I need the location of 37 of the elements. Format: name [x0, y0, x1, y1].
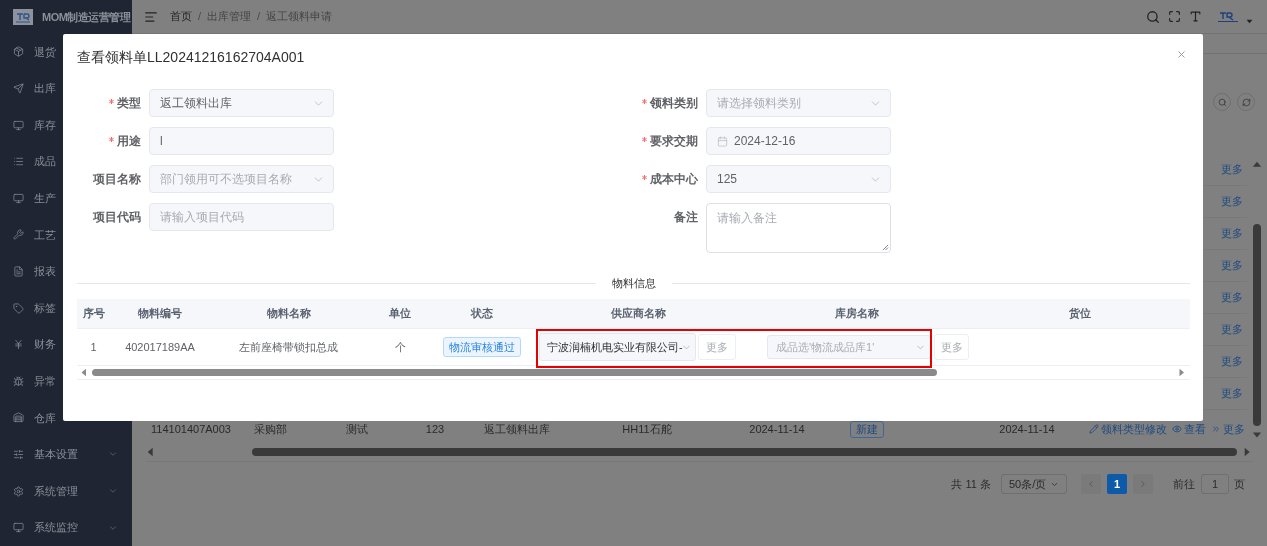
goto-label: 前往 — [1173, 476, 1195, 492]
column-header: 物料编号 — [137, 306, 183, 322]
table-cell-text: 左前座椅带锁扣总成 — [238, 339, 339, 355]
column-header: 状态 — [469, 306, 494, 322]
table-cell-text: 个 — [393, 339, 407, 355]
column-header: 库房名称 — [834, 306, 880, 322]
field-label: 领料类别 — [650, 95, 698, 112]
field-label: 用途 — [117, 133, 141, 150]
field-label: 成本中心 — [650, 171, 698, 188]
column-header: 货位 — [1067, 306, 1092, 322]
field-label: 备注 — [674, 209, 698, 226]
table-cell-text: 402017189AA — [124, 339, 196, 355]
field-label: 要求交期 — [650, 133, 698, 150]
table-cell-text: 1 — [89, 339, 98, 355]
column-header: 供应商名称 — [609, 306, 667, 322]
table-cell-text: 2024-11-14 — [998, 421, 1056, 437]
table-cell-text: 123 — [424, 421, 446, 437]
field-label: 项目名称 — [93, 171, 141, 188]
breadcrumb-separator: / — [198, 9, 202, 25]
table-cell-text: 采购部 — [252, 421, 288, 437]
table-cell-text: 114101407A003 — [150, 421, 232, 437]
table-cell-text: HH11石舵 — [621, 421, 673, 437]
breadcrumb-separator: / — [257, 9, 261, 25]
table-cell-text: 2024-11-14 — [748, 421, 806, 437]
field-label: 类型 — [117, 95, 141, 112]
total-count: 共 11 条 — [951, 476, 991, 492]
app-title: MOM制造运营管理 — [42, 9, 131, 25]
column-header: 单位 — [388, 306, 412, 322]
dialog-title: 查看领料单LL20241216162704A001 — [77, 48, 305, 67]
field-label: 项目代码 — [93, 209, 141, 226]
table-cell-text: 测试 — [345, 421, 369, 437]
column-header: 物料名称 — [265, 306, 312, 322]
goto-suffix: 页 — [1234, 476, 1245, 492]
section-title: 物料信息 — [610, 275, 657, 291]
column-header: 序号 — [81, 306, 106, 322]
table-cell-text: 返工领料出库 — [483, 421, 551, 437]
status-tag: 物流审核通过 — [443, 337, 521, 357]
